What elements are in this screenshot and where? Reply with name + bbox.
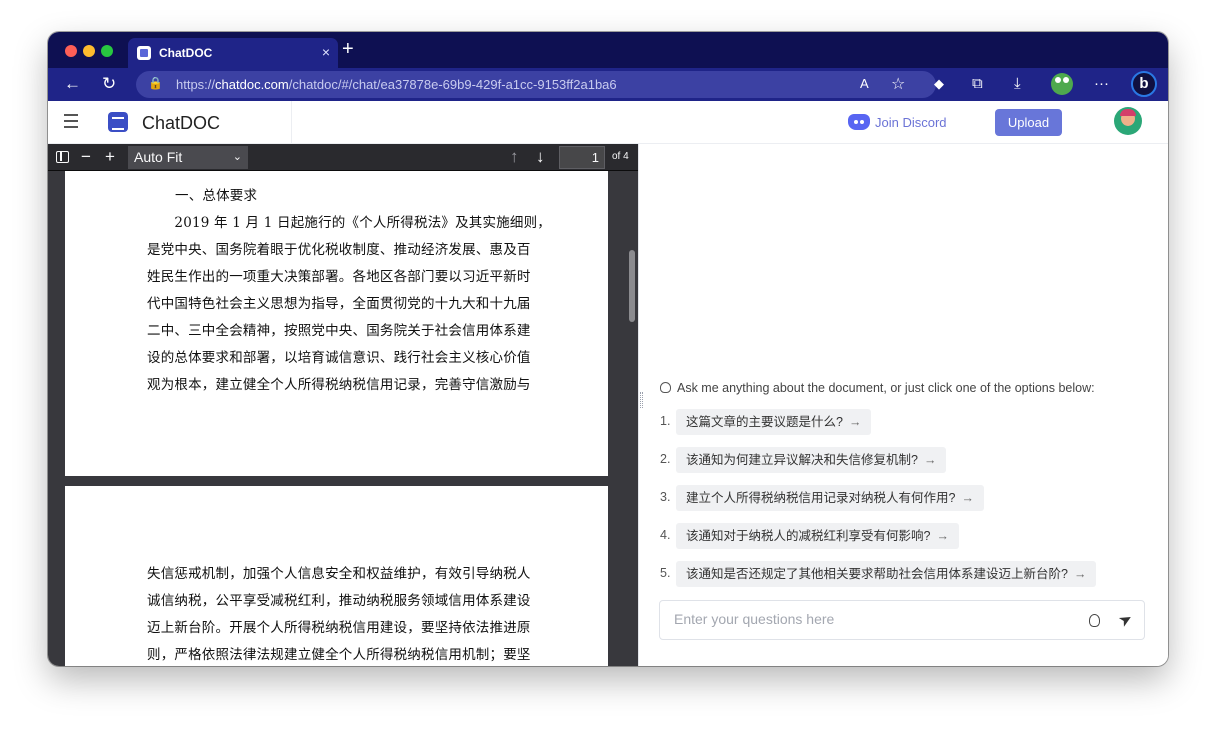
doc-line: 迈上新台阶。开展个人所得税纳税信用建设，要坚持依法推进原 xyxy=(147,620,531,636)
suggestion-number: 3. xyxy=(660,490,671,504)
suggestion-button[interactable]: 建立个人所得税纳税信用记录对纳税人有何作用? → xyxy=(676,485,984,511)
next-page-icon[interactable]: ↓ xyxy=(536,147,545,167)
doc-line: 二中、三中全会精神，按照党中央、国务院关于社会信用体系建 xyxy=(147,323,531,339)
app-header: ChatDOC Join Discord Upload xyxy=(48,101,1168,144)
new-tab-button[interactable]: + xyxy=(342,39,354,59)
back-icon[interactable]: ← xyxy=(64,74,81,94)
pdf-scrollbar[interactable] xyxy=(629,250,635,322)
zoom-value: Auto Fit xyxy=(134,149,183,165)
chevron-down-icon: ⌄ xyxy=(232,151,242,163)
extension-icon[interactable]: ◆ xyxy=(934,74,944,94)
chatdoc-favicon-icon xyxy=(137,46,151,60)
pdf-page-2: 失信惩戒机制，加强个人信息安全和权益维护，有效引导纳税人 诚信纳税，公平享受减税… xyxy=(65,486,608,666)
bing-icon[interactable]: b xyxy=(1131,71,1157,97)
suggestion-number: 5. xyxy=(660,566,671,580)
minimize-window-button[interactable] xyxy=(83,45,95,57)
lock-icon: 🔒 xyxy=(148,76,163,90)
extensions-puzzle-icon[interactable]: ⧉ xyxy=(972,74,983,94)
previous-page-icon[interactable]: ↑ xyxy=(510,147,519,167)
doc-line: 2019 年 1 月 1 日起施行的《个人所得税法》及其实施细则， xyxy=(147,215,551,231)
more-icon[interactable]: ··· xyxy=(1094,74,1109,94)
suggestion-button[interactable]: 该通知是否还规定了其他相关要求帮助社会信用体系建设迈上新台阶? → xyxy=(676,561,1097,587)
lightbulb-icon[interactable] xyxy=(1089,614,1100,627)
doc-line: 诚信纳税，公平享受减税红利，推动纳税服务领域信用体系建设 xyxy=(147,593,531,609)
split-handle-grip-icon xyxy=(640,392,643,408)
suggestion-button[interactable]: 该通知为何建立异议解决和失信修复机制? → xyxy=(676,447,947,473)
tab-title: ChatDOC xyxy=(159,46,213,60)
url-text[interactable]: https://chatdoc.com/chatdoc/#/chat/ea378… xyxy=(176,77,617,92)
pdf-sidebar-icon[interactable] xyxy=(56,151,69,163)
pdf-page-1: 一、总体要求 2019 年 1 月 1 日起施行的《个人所得税法》及其实施细则，… xyxy=(65,171,608,476)
lightbulb-icon xyxy=(660,382,671,393)
header-divider xyxy=(291,101,292,144)
doc-line: 一、总体要求 xyxy=(175,188,258,204)
arrow-right-icon: → xyxy=(923,453,937,467)
doc-line: 观为根本，建立健全个人所得税纳税信用记录，完善守信激励与 xyxy=(147,377,531,393)
suggestion-number: 4. xyxy=(660,528,671,542)
browser-window: ChatDOC × + ← ↻ 🔒 https://chatdoc.com/ch… xyxy=(48,32,1168,666)
chat-hint-text: Ask me anything about the document, or j… xyxy=(677,381,1095,395)
question-input-box: ➤ xyxy=(659,600,1145,640)
app-title: ChatDOC xyxy=(142,113,221,133)
doc-line: 设的总体要求和部署，以培育诚信意识、践行社会主义核心价值 xyxy=(147,350,531,366)
doc-line: 姓民生作出的一项重大决策部署。各地区各部门要以习近平新时 xyxy=(147,269,531,285)
page-total: of 4 xyxy=(612,151,629,162)
reload-icon[interactable]: ↻ xyxy=(102,74,116,94)
doc-line: 是党中央、国务院着眼于优化税收制度、推动经济发展、惠及百 xyxy=(147,242,531,258)
pdf-toolbar: − + Auto Fit ⌄ ↑ ↓ 1 of 4 xyxy=(48,144,638,171)
tab-close-icon[interactable]: × xyxy=(322,44,330,60)
zoom-select[interactable]: Auto Fit ⌄ xyxy=(128,146,248,169)
arrow-right-icon: → xyxy=(936,529,949,543)
suggestion-number: 1. xyxy=(660,414,671,428)
question-input[interactable] xyxy=(674,611,1074,627)
doc-line: 代中国特色社会主义思想为指导，全面贯彻党的十九大和十九届 xyxy=(147,296,531,312)
upload-button[interactable]: Upload xyxy=(995,109,1062,136)
chat-hint: Ask me anything about the document, or j… xyxy=(660,381,1095,395)
send-icon[interactable]: ➤ xyxy=(1114,608,1136,632)
suggestion-button[interactable]: 该通知对于纳税人的减税红利享受有何影响? → xyxy=(676,523,959,549)
favorite-icon[interactable]: ☆ xyxy=(891,74,905,94)
browser-toolbar: ← ↻ 🔒 https://chatdoc.com/chatdoc/#/chat… xyxy=(48,68,1168,101)
discord-icon xyxy=(848,114,870,130)
chatdoc-logo-icon xyxy=(108,112,128,132)
chat-panel: Ask me anything about the document, or j… xyxy=(646,144,1168,666)
zoom-out-icon[interactable]: − xyxy=(81,147,91,167)
tab-chatdoc[interactable]: ChatDOC × xyxy=(128,38,338,68)
downloads-icon[interactable]: ⤓ xyxy=(1014,74,1021,94)
frog-extension-icon[interactable] xyxy=(1051,73,1073,95)
doc-line: 则，严格依照法律法规建立健全个人所得税纳税信用机制；要坚 xyxy=(147,647,531,663)
suggestion-button[interactable]: 这篇文章的主要议题是什么? → xyxy=(676,409,872,435)
pdf-viewer: − + Auto Fit ⌄ ↑ ↓ 1 of 4 一、总体要求 2019 年 … xyxy=(48,144,638,666)
close-window-button[interactable] xyxy=(65,45,77,57)
avatar[interactable] xyxy=(1114,107,1142,135)
maximize-window-button[interactable] xyxy=(101,45,113,57)
arrow-right-icon: → xyxy=(848,415,862,429)
read-aloud-icon[interactable]: A xyxy=(860,76,869,91)
doc-line: 失信惩戒机制，加强个人信息安全和权益维护，有效引导纳税人 xyxy=(147,566,531,582)
join-discord-label: Join Discord xyxy=(875,115,947,130)
suggestion-number: 2. xyxy=(660,452,671,466)
address-bar[interactable]: 🔒 https://chatdoc.com/chatdoc/#/chat/ea3… xyxy=(136,71,936,98)
zoom-in-icon[interactable]: + xyxy=(105,147,115,167)
arrow-right-icon: → xyxy=(1073,567,1087,581)
page-number-input[interactable]: 1 xyxy=(559,146,605,169)
tab-strip: ChatDOC × + xyxy=(48,32,1168,68)
sidebar-toggle-icon[interactable] xyxy=(64,114,78,128)
arrow-right-icon: → xyxy=(961,491,974,505)
